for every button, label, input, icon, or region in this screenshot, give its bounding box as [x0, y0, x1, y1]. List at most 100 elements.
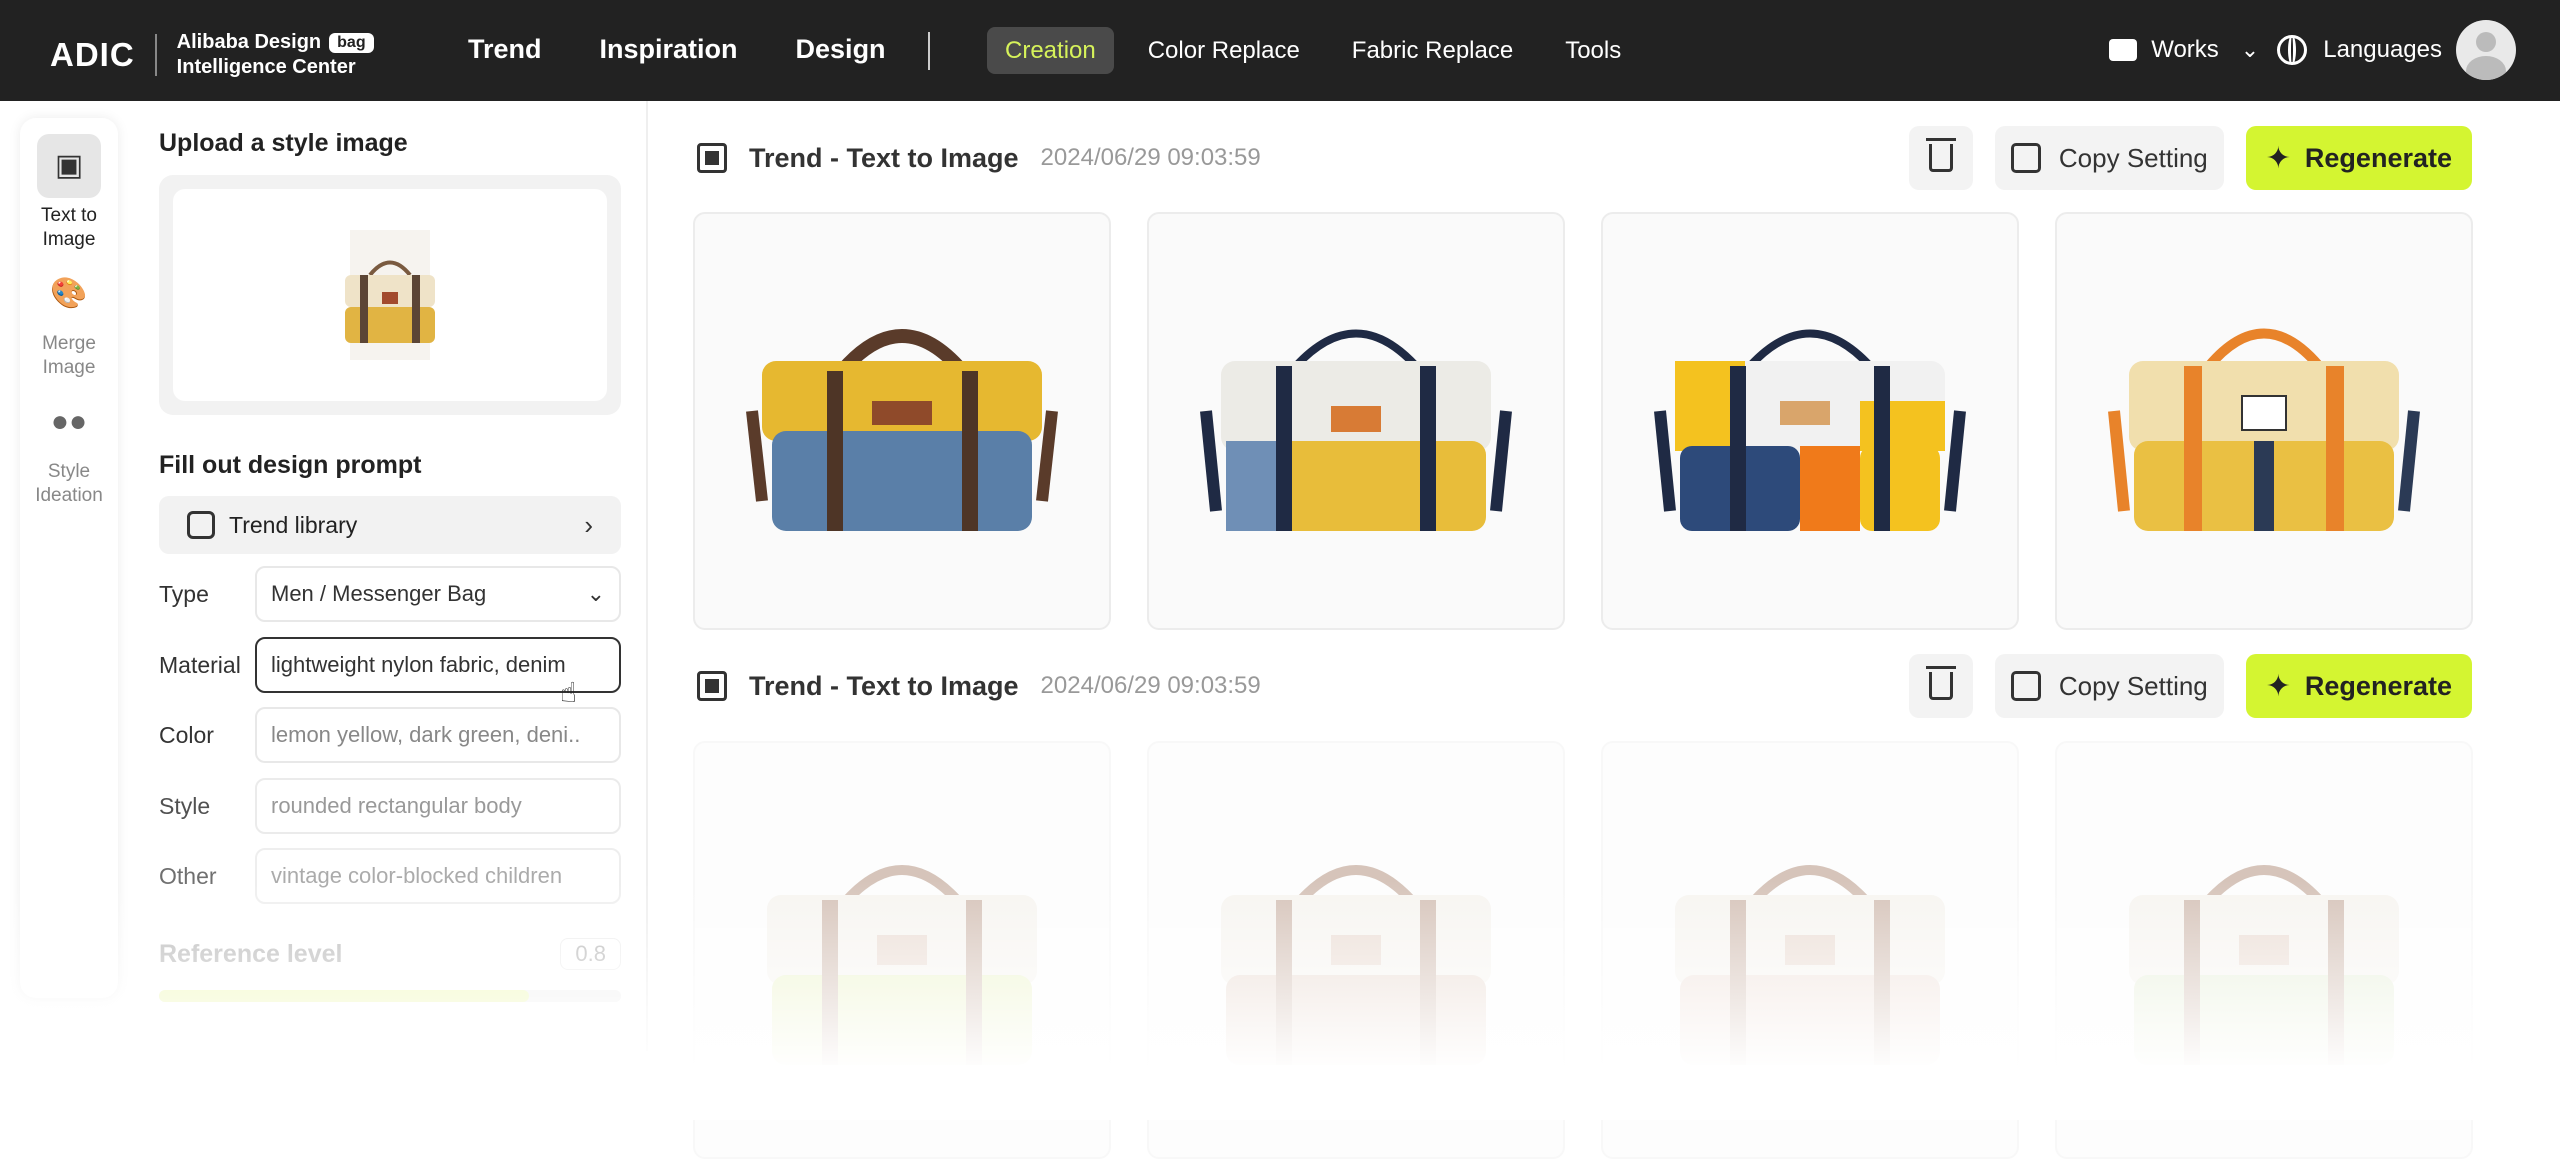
sub-nav: Creation Color Replace Fabric Replace To…: [987, 27, 1655, 74]
rail-text-to-image[interactable]: ▣ Text to Image: [20, 134, 118, 252]
works-menu[interactable]: Works ⌄: [2109, 36, 2259, 64]
logo-mark: ADIC: [50, 36, 135, 73]
result-header: Trend - Text to Image 2024/06/29 09:03:5…: [697, 125, 2472, 191]
chevron-down-icon: ⌄: [2240, 37, 2260, 62]
uploaded-style-image: [173, 189, 607, 401]
color-input[interactable]: lemon yellow, dark green, deni..: [255, 707, 621, 763]
copy-setting-label: Copy Setting: [2058, 142, 2208, 173]
rail-merge-image[interactable]: 🎨 Merge Image: [20, 262, 118, 380]
brand-line2: Intelligence Center: [176, 56, 356, 78]
reference-level-value[interactable]: 0.8: [560, 938, 621, 970]
trend-library-label: Trend library: [229, 511, 358, 538]
bag-colorblock: [1654, 329, 1966, 531]
reference-level-row: Reference level 0.8: [159, 938, 621, 970]
copy-setting-button[interactable]: Copy Setting: [1994, 654, 2224, 718]
main-nav: Trend Inspiration Design: [468, 34, 944, 65]
brand-line1: Alibaba Design: [176, 31, 322, 53]
type-value: Men / Messenger Bag: [271, 581, 487, 606]
result-header: Trend - Text to Image 2024/06/29 09:03:5…: [697, 653, 2472, 719]
rail-style-ideation[interactable]: ●● Style Ideation: [20, 390, 118, 508]
nav-trend[interactable]: Trend: [468, 34, 542, 65]
bag-thumbnail: [345, 230, 435, 360]
result-title: Trend - Text to Image: [749, 670, 1019, 701]
chevron-down-icon: ⌄: [586, 581, 605, 606]
slider-fill: [159, 990, 529, 1002]
style-input[interactable]: rounded rectangular body: [255, 778, 621, 834]
subnav-color-replace[interactable]: Color Replace: [1130, 27, 1318, 74]
color-label: Color: [159, 721, 214, 748]
rail-label: Style: [47, 461, 91, 482]
color-row: Color lemon yellow, dark green, deni..: [159, 707, 621, 763]
subnav-fabric-replace[interactable]: Fabric Replace: [1334, 27, 1531, 74]
style-label: Style: [159, 792, 211, 819]
nav-divider: [928, 32, 930, 70]
result-actions: Copy Setting ✦ Regenerate: [1908, 654, 2472, 718]
image-copy-icon: [2010, 143, 2041, 173]
trend-library-button[interactable]: Trend library ›: [159, 496, 621, 554]
dice-icon: ▣: [37, 134, 101, 198]
result-image[interactable]: [1601, 212, 2019, 630]
result-actions: Copy Setting ✦ Regenerate: [1908, 126, 2472, 190]
brand-logo[interactable]: ADIC Alibaba Design bag Intelligence Cent…: [50, 30, 374, 80]
bag-cream-orange: [2108, 328, 2420, 531]
folder-icon: [2109, 39, 2138, 61]
result-image-row: [693, 212, 2509, 630]
bag-placeholder: [2129, 865, 2399, 1065]
result-image[interactable]: [1147, 741, 1565, 1159]
rail-label: Ideation: [35, 485, 103, 506]
dice-icon: [697, 143, 727, 173]
rail-label: Image: [42, 357, 96, 378]
type-label: Type: [159, 580, 209, 607]
sparkle-icon: ✦: [2265, 141, 2291, 175]
dice-icon: [697, 671, 727, 701]
brand-badge: bag: [329, 32, 374, 53]
nav-design[interactable]: Design: [796, 34, 886, 65]
book-icon: [187, 511, 215, 539]
other-label: Other: [159, 862, 217, 889]
regenerate-button[interactable]: ✦ Regenerate: [2245, 654, 2472, 718]
other-row: Other vintage color-blocked children: [159, 848, 621, 904]
globe-icon: [2277, 35, 2308, 65]
pointer-cursor-icon: ☝: [560, 677, 578, 708]
subnav-tools[interactable]: Tools: [1547, 27, 1639, 74]
result-image[interactable]: [693, 741, 1111, 1159]
other-input[interactable]: vintage color-blocked children: [255, 848, 621, 904]
top-right-controls: Works ⌄ Languages: [2091, 20, 2516, 80]
bag-placeholder: [1675, 865, 1945, 1065]
reference-level-label: Reference level: [159, 939, 343, 968]
result-image[interactable]: [2055, 741, 2473, 1159]
delete-button[interactable]: [1908, 654, 1973, 718]
reference-level-slider[interactable]: [159, 990, 621, 1002]
people-icon: ●●: [50, 405, 88, 438]
type-select[interactable]: Men / Messenger Bag ⌄: [255, 566, 621, 622]
result-image[interactable]: [693, 212, 1111, 630]
trash-icon: [1925, 138, 1956, 172]
result-image[interactable]: [2055, 212, 2473, 630]
result-timestamp: 2024/06/29 09:03:59: [1040, 672, 1261, 699]
prompt-title: Fill out design prompt: [159, 451, 422, 479]
nav-inspiration[interactable]: Inspiration: [600, 34, 738, 65]
copy-setting-button[interactable]: Copy Setting: [1994, 126, 2224, 190]
bag-placeholder: [767, 865, 1037, 1065]
works-label: Works: [2151, 36, 2219, 63]
logo-divider: [154, 34, 157, 76]
result-image-row: [693, 741, 2509, 1159]
subnav-creation[interactable]: Creation: [987, 27, 1114, 74]
regenerate-button[interactable]: ✦ Regenerate: [2245, 126, 2472, 190]
rail-label: Image: [42, 229, 96, 250]
panel-divider: [646, 101, 648, 1051]
rail-label: Text to: [41, 205, 97, 226]
image-copy-icon: [2010, 671, 2041, 701]
avatar[interactable]: [2456, 20, 2516, 80]
type-row: Type Men / Messenger Bag ⌄: [159, 566, 621, 622]
upload-dropzone[interactable]: [159, 175, 621, 415]
material-row: Material lightweight nylon fabric, denim: [159, 637, 621, 693]
result-timestamp: 2024/06/29 09:03:59: [1040, 144, 1261, 171]
bag-placeholder: [1221, 865, 1491, 1065]
regenerate-label: Regenerate: [2304, 670, 2452, 701]
delete-button[interactable]: [1908, 126, 1973, 190]
result-image[interactable]: [1147, 212, 1565, 630]
copy-setting-label: Copy Setting: [2058, 670, 2208, 701]
result-image[interactable]: [1601, 741, 2019, 1159]
languages-menu[interactable]: Languages: [2277, 35, 2442, 65]
